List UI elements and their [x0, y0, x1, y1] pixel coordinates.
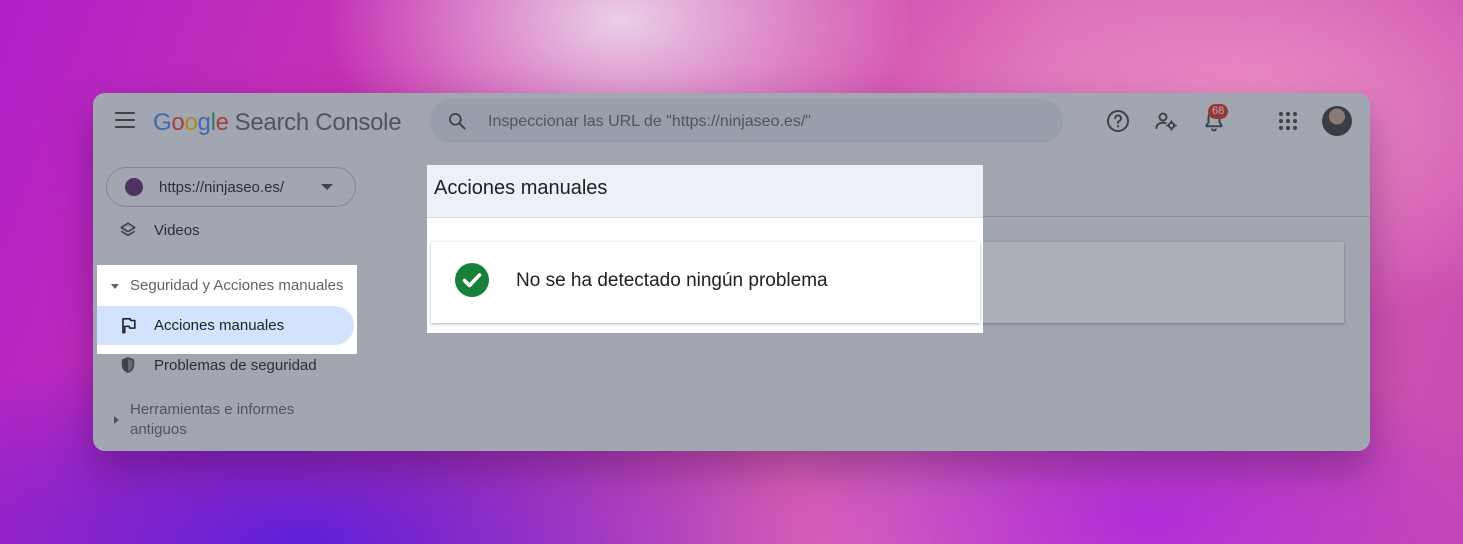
app-window: GoogleSearch Console 68 https://ninjaseo… [93, 93, 1370, 451]
sidebar-item-manual-actions[interactable]: Acciones manuales [97, 306, 354, 345]
status-message: No se ha detectado ningún problema [516, 270, 828, 291]
page-title: Acciones manuales [434, 177, 608, 199]
check-circle-icon [455, 263, 489, 297]
collapse-arrow-icon[interactable] [111, 284, 119, 289]
status-card-highlighted: No se ha detectado ningún problema [431, 242, 980, 323]
sidebar-item-label: Acciones manuales [154, 317, 285, 334]
title-bar: Acciones manuales [427, 165, 983, 218]
sidebar-section-security[interactable]: Seguridad y Acciones manuales [130, 276, 343, 296]
flag-icon [122, 317, 136, 334]
highlight-main-content: Acciones manuales No se ha detectado nin… [427, 165, 983, 333]
highlight-sidebar-security: Seguridad y Acciones manuales Acciones m… [97, 265, 357, 354]
